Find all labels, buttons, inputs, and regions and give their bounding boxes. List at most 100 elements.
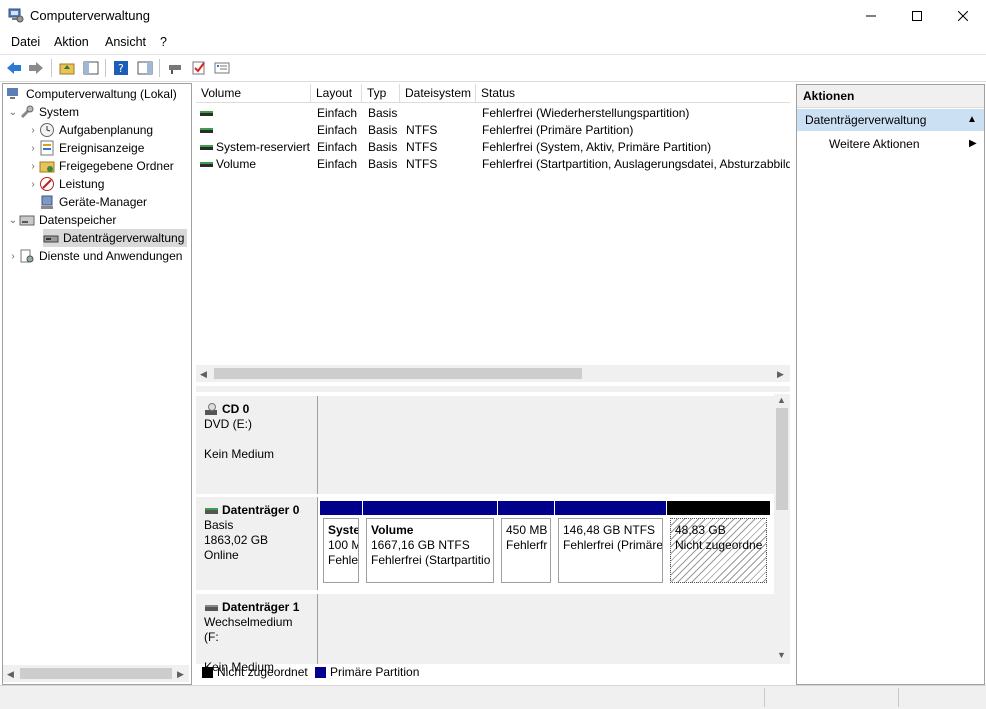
help-button[interactable]: ? (111, 58, 131, 78)
checklist-icon (192, 61, 205, 75)
chevron-down-icon[interactable]: ⌄ (7, 107, 19, 118)
disk-graphical-view: CD 0 DVD (E:) Kein Medium Datenträger 0 … (196, 394, 790, 674)
partition-size: 100 M (328, 538, 359, 552)
disk-view-vertical-scrollbar[interactable]: ▲ ▼ (774, 394, 790, 664)
svg-text:?: ? (118, 62, 124, 75)
cell-status: Fehlerfrei (Primäre Partition) (482, 123, 634, 137)
scroll-left-icon[interactable]: ◀ (200, 369, 207, 380)
disk-cd0-label[interactable]: CD 0 DVD (E:) Kein Medium (196, 396, 318, 494)
maximize-button[interactable] (894, 0, 940, 31)
scroll-up-icon[interactable]: ▲ (777, 395, 786, 405)
chevron-right-icon[interactable]: › (27, 179, 39, 190)
show-action-pane-button[interactable] (135, 58, 155, 78)
column-header-volume[interactable]: Volume (196, 84, 311, 103)
partition-primary-ntfs[interactable]: 146,48 GB NTFS Fehlerfrei (Primäre (555, 501, 666, 586)
forward-arrow-icon (29, 62, 43, 74)
tree-item-leistung[interactable]: › Leistung (27, 175, 104, 193)
partition-volume[interactable]: Volume 1667,16 GB NTFS Fehlerfrei (Start… (363, 501, 497, 586)
disk-1-label[interactable]: Datenträger 1 Wechselmedium (F: Kein Med… (196, 594, 318, 674)
tree-item-dienste[interactable]: › Dienste und Anwendungen (7, 247, 182, 265)
scroll-left-icon[interactable]: ◀ (7, 669, 14, 680)
up-folder-button[interactable] (57, 58, 77, 78)
column-header-layout[interactable]: Layout (311, 84, 362, 103)
tree-item-system[interactable]: ⌄ System (7, 103, 79, 121)
cell-typ: Basis (368, 123, 398, 137)
partition-status: Fehlerfr (506, 538, 548, 552)
disk-0-label[interactable]: Datenträger 0 Basis 1863,02 GB Online (196, 497, 318, 590)
scroll-down-icon[interactable]: ▼ (777, 650, 786, 660)
forward-button[interactable] (26, 58, 46, 78)
partition-unallocated[interactable]: 48,83 GB Nicht zugeordne (667, 501, 770, 586)
table-row[interactable] (200, 107, 214, 121)
scroll-thumb[interactable] (20, 668, 172, 679)
disk-1-area (318, 594, 774, 664)
legend-swatch-unallocated (202, 667, 213, 678)
table-row[interactable] (200, 158, 214, 172)
table-row[interactable] (200, 141, 214, 155)
tree-label: Aufgabenplanung (59, 123, 154, 137)
scroll-right-icon[interactable]: ▶ (777, 369, 784, 380)
tree-horizontal-scrollbar[interactable]: ◀ ▶ (3, 665, 189, 682)
volume-list-horizontal-scrollbar[interactable]: ◀ ▶ (196, 365, 790, 382)
menu-datei[interactable]: Datei (11, 35, 40, 49)
cell-layout: Einfach (317, 157, 358, 171)
menu-ansicht[interactable]: Ansicht (105, 35, 146, 49)
scroll-thumb[interactable] (776, 408, 788, 510)
tree-item-datenspeicher[interactable]: ⌄ Datenspeicher (7, 211, 117, 229)
connect-button[interactable] (165, 58, 185, 78)
properties-button[interactable] (212, 58, 232, 78)
show-tree-button[interactable] (81, 58, 101, 78)
back-button[interactable] (4, 58, 24, 78)
partition-size: 48,83 GB (675, 523, 726, 537)
cell-fs: NTFS (406, 140, 438, 154)
services-icon (20, 249, 34, 263)
chevron-right-icon[interactable]: › (27, 161, 39, 172)
table-row[interactable] (200, 124, 214, 138)
scroll-right-icon[interactable]: ▶ (177, 669, 184, 680)
legend-label-primary: Primäre Partition (330, 665, 420, 679)
partition-recovery[interactable]: 450 MB Fehlerfr (498, 501, 554, 586)
minimize-button[interactable] (848, 0, 894, 31)
tree-item-ereignisanzeige[interactable]: › Ereignisanzeige (27, 139, 144, 157)
column-header-dateisystem[interactable]: Dateisystem (400, 84, 476, 103)
scroll-thumb[interactable] (214, 368, 582, 379)
menu-aktion[interactable]: Aktion (54, 35, 89, 49)
partition-status: Fehlerfrei (Primäre (563, 538, 663, 552)
properties-icon (214, 62, 230, 74)
chevron-down-icon[interactable]: ⌄ (7, 215, 19, 226)
actions-section-label: Datenträgerverwaltung (805, 113, 927, 127)
tree-label: Geräte-Manager (59, 195, 148, 209)
collapse-icon[interactable]: ▲ (967, 114, 977, 125)
maximize-icon (912, 10, 922, 21)
legend: Nicht zugeordnet Primäre Partition (196, 664, 790, 682)
partition-label: Syste (328, 523, 359, 537)
toolbar: ? (0, 54, 986, 82)
tree-item-geraete-manager[interactable]: Geräte-Manager (39, 193, 147, 211)
tree-item-freigegebene-ordner[interactable]: › Freigegebene Ordner (27, 157, 173, 175)
system-tools-icon (20, 105, 34, 119)
column-header-typ[interactable]: Typ (362, 84, 400, 103)
disk-cd0-area (318, 396, 774, 494)
computer-management-icon (7, 88, 18, 99)
action-weitere-aktionen[interactable]: Weitere Aktionen ▶ (797, 134, 984, 154)
partition-size: 146,48 GB NTFS (563, 523, 656, 537)
column-header-status[interactable]: Status (476, 84, 790, 103)
computer-management-icon (8, 8, 24, 23)
cell-typ: Basis (368, 157, 398, 171)
chevron-right-icon[interactable]: › (27, 125, 39, 136)
chevron-right-icon[interactable]: › (7, 251, 19, 262)
tree-item-root[interactable]: Computerverwaltung (Lokal) (6, 85, 177, 103)
chevron-right-icon[interactable]: › (27, 143, 39, 154)
menu-help[interactable]: ? (160, 35, 167, 49)
partition-system-reserved[interactable]: Syste 100 M Fehle (320, 501, 362, 586)
hard-disk-icon (205, 507, 218, 514)
partition-status: Fehle (328, 553, 359, 567)
tree-item-datentraegerverwaltung[interactable]: Datenträgerverwaltung (43, 229, 188, 247)
close-button[interactable] (940, 0, 986, 31)
actions-section-datentraegerverwaltung[interactable]: Datenträgerverwaltung ▲ (797, 109, 984, 131)
disk-name: Datenträger 1 (222, 600, 300, 614)
pane-splitter[interactable] (196, 386, 790, 392)
check-button[interactable] (189, 58, 209, 78)
partition-status: Nicht zugeordne (675, 538, 763, 552)
tree-item-aufgabenplanung[interactable]: › Aufgabenplanung (27, 121, 153, 139)
